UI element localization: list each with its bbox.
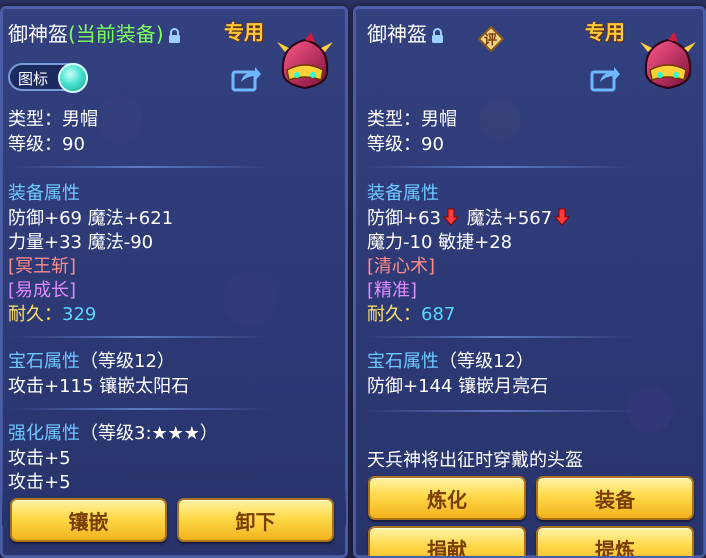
attr-line-2: 魔力-10 敏捷+28 (367, 232, 513, 253)
share-icon[interactable] (231, 64, 261, 92)
helmet-item-icon[interactable] (275, 32, 335, 94)
gem-level: （等级12） (80, 351, 175, 372)
down-arrow-icon (443, 208, 459, 226)
share-icon[interactable] (590, 64, 620, 92)
durability-label: 耐久： (8, 304, 62, 325)
durability-line: 耐久：329 (8, 304, 96, 326)
attr-line-1: 防御+69 魔法+621 (8, 208, 174, 229)
divider (10, 408, 270, 410)
item-title: 御神盔(当前装备) (8, 18, 181, 47)
durability-value: 687 (421, 304, 456, 325)
equip-attr-header: 装备属性 (367, 183, 439, 204)
gem-header: 宝石属性 (367, 351, 439, 372)
skill-1: [冥王斩] (8, 256, 77, 277)
divider (363, 336, 633, 338)
item-name: 御神盔 (8, 22, 68, 46)
compare-item-panel: 御神盔 评 专用 类型：男帽 等级：90 装备属性 防御+63 魔法+567 魔… (353, 6, 706, 558)
icon-toggle[interactable]: 图标 (8, 63, 88, 93)
enhance-header-line: 强化属性（等级3:★★★） (8, 423, 218, 445)
skill-2: [易成长] (8, 280, 77, 301)
equipped-tag: (当前装备) (68, 22, 164, 46)
attr-magic: 魔法+567 (466, 208, 553, 229)
enhance-line-1: 攻击+5 (8, 448, 71, 469)
unequip-button[interactable]: 卸下 (177, 498, 334, 542)
enhance-level: （等级3:★★★） (80, 423, 218, 444)
durability-value: 329 (62, 304, 97, 325)
type-line: 类型：男帽 (8, 109, 98, 130)
attr-defense: 防御+63 (367, 208, 441, 229)
extract-button[interactable]: 提炼 (536, 526, 694, 556)
gem-line: 攻击+115 镶嵌太阳石 (8, 376, 190, 397)
divider (10, 166, 270, 168)
gem-header-line: 宝石属性（等级12） (8, 351, 175, 373)
durability-line: 耐久：687 (367, 304, 455, 326)
rate-badge-label: 评 (484, 33, 498, 48)
refine-button[interactable]: 炼化 (368, 476, 526, 520)
item-name: 御神盔 (367, 22, 427, 46)
skill-1: [清心术] (367, 256, 436, 277)
gem-line: 防御+144 镶嵌月亮石 (367, 376, 549, 397)
special-tag: 专用 (224, 20, 264, 44)
level-line: 等级：90 (367, 134, 444, 155)
item-description: 天兵神将出征时穿戴的头盔 (367, 450, 583, 471)
skill-2: [精准] (367, 280, 418, 301)
enhance-header: 强化属性 (8, 423, 80, 444)
equip-attr-header: 装备属性 (8, 183, 80, 204)
down-arrow-icon (554, 208, 571, 226)
lock-icon (432, 28, 443, 43)
divider (10, 336, 270, 338)
toggle-knob[interactable] (58, 63, 88, 93)
durability-label: 耐久： (367, 304, 421, 325)
gem-level: （等级12） (439, 351, 534, 372)
donate-button[interactable]: 捐献 (368, 526, 526, 556)
type-line: 类型：男帽 (367, 109, 457, 130)
equipped-item-panel: 御神盔(当前装备) 专用 图标 类型：男帽 等级：90 装备属性 防御+69 魔… (0, 6, 348, 558)
gem-header: 宝石属性 (8, 351, 80, 372)
lock-icon (168, 28, 180, 43)
helmet-item-icon[interactable] (638, 32, 698, 94)
equip-button[interactable]: 装备 (536, 476, 694, 520)
item-title: 御神盔 (367, 18, 444, 47)
toggle-label: 图标 (18, 70, 49, 88)
attr-line-2: 力量+33 魔法-90 (8, 232, 154, 253)
level-line: 等级：90 (8, 134, 85, 155)
gem-header-line: 宝石属性（等级12） (367, 351, 534, 373)
divider (363, 410, 633, 412)
special-tag: 专用 (585, 20, 625, 44)
rate-badge[interactable]: 评 (477, 25, 505, 53)
divider (363, 166, 633, 168)
attr-line-1: 防御+63 魔法+567 (367, 208, 572, 230)
inlay-button[interactable]: 镶嵌 (10, 498, 167, 542)
